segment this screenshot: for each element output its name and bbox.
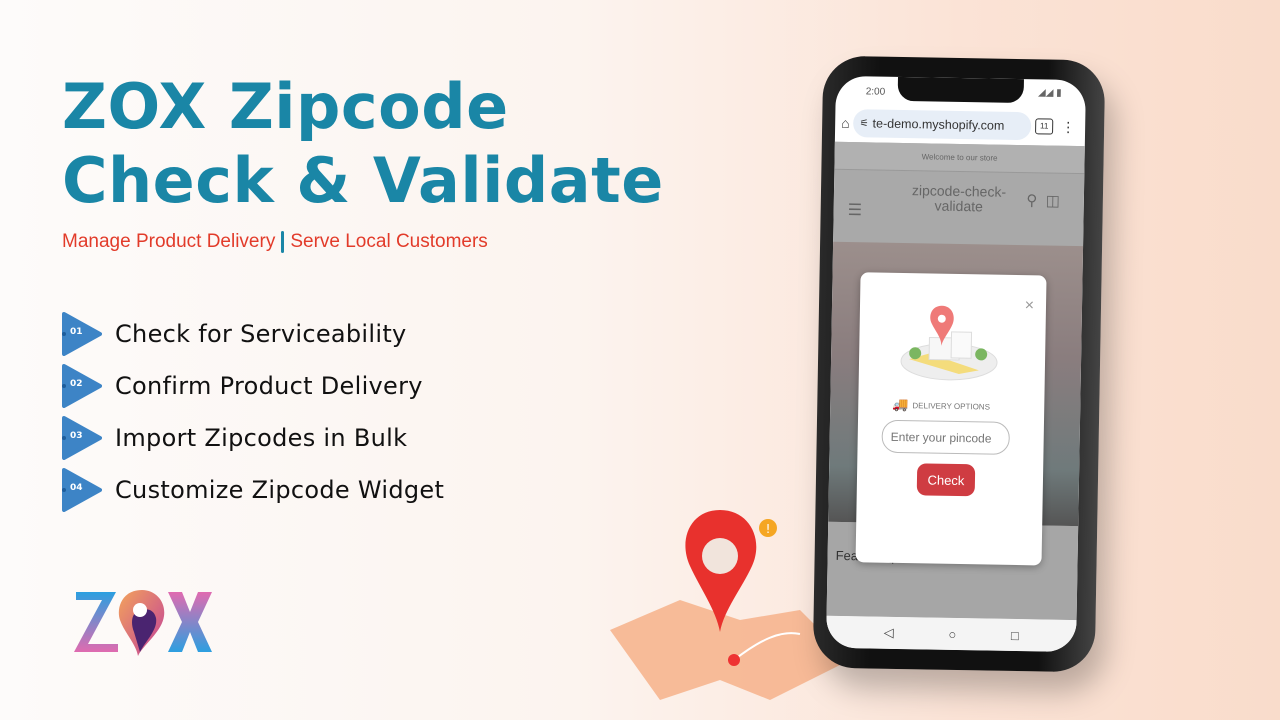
zipcode-modal: × 🚚DELIVERY OPTIONS Check	[855, 272, 1047, 566]
svg-text:!: !	[766, 522, 771, 536]
store-name[interactable]: zipcode-check-validate	[904, 182, 1015, 215]
recents-icon[interactable]: □	[1011, 627, 1019, 642]
feature-number: 02	[70, 379, 83, 389]
phone-mockup: 2:00 ◢◢ ▮ ⌂ ⚟ te-demo.myshopify.com 11 ⋮ …	[812, 55, 1106, 673]
home-icon[interactable]: ⌂	[841, 115, 850, 131]
feature-number: 01	[70, 327, 83, 337]
browser-url-bar: ⌂ ⚟ te-demo.myshopify.com 11 ⋮	[835, 106, 1086, 144]
url-field[interactable]: ⚟ te-demo.myshopify.com	[853, 109, 1032, 141]
feature-item: 02 Confirm Product Delivery	[62, 364, 423, 408]
signal-battery-icon: ◢◢ ▮	[1037, 87, 1062, 99]
subtitle: Manage Product Delivery Serve Local Cust…	[62, 231, 488, 253]
feature-label: Confirm Product Delivery	[115, 372, 423, 400]
feature-number: 04	[70, 483, 83, 493]
more-menu-icon[interactable]: ⋮	[1057, 118, 1079, 135]
status-time: 2:00	[865, 86, 886, 98]
headline-line2: Check & Validate	[62, 144, 664, 218]
feature-item: 04 Customize Zipcode Widget	[62, 468, 444, 512]
close-icon[interactable]: ×	[1025, 297, 1035, 315]
url-text: te-demo.myshopify.com	[872, 116, 1005, 133]
subtitle-right: Serve Local Customers	[290, 231, 488, 252]
feature-item: 03 Import Zipcodes in Bulk	[62, 416, 407, 460]
location-map-illustration	[899, 303, 1000, 390]
announcement-bar: Welcome to our store	[834, 141, 1085, 175]
menu-icon[interactable]: ☰	[847, 200, 863, 220]
triangle-badge-icon: 01	[62, 312, 102, 356]
subtitle-left: Manage Product Delivery	[62, 231, 276, 252]
android-nav-bar: ◁ ○ □	[826, 615, 1077, 653]
search-icon[interactable]: ⚲	[1026, 192, 1037, 209]
triangle-badge-icon: 04	[62, 468, 102, 512]
cart-icon[interactable]: ◫	[1046, 192, 1060, 209]
triangle-badge-icon: 03	[62, 416, 102, 460]
site-settings-icon[interactable]: ⚟	[860, 118, 869, 129]
divider	[281, 231, 285, 253]
notch	[897, 76, 1024, 104]
triangle-badge-icon: 02	[62, 364, 102, 408]
home-nav-icon[interactable]: ○	[948, 626, 956, 641]
feature-item: 01 Check for Serviceability	[62, 312, 407, 356]
headline: ZOX Zipcode Check & Validate	[62, 70, 664, 219]
phone-screen: 2:00 ◢◢ ▮ ⌂ ⚟ te-demo.myshopify.com 11 ⋮ …	[826, 75, 1086, 653]
feature-number: 03	[70, 431, 83, 441]
tab-count-button[interactable]: 11	[1035, 118, 1054, 135]
check-button[interactable]: Check	[916, 463, 976, 497]
truck-icon: 🚚	[892, 396, 909, 413]
store-page: Welcome to our store ☰ zipcode-check-val…	[826, 141, 1085, 621]
feature-label: Check for Serviceability	[115, 320, 407, 348]
headline-line1: ZOX Zipcode	[62, 70, 509, 143]
pincode-input[interactable]	[881, 419, 1010, 455]
feature-label: Customize Zipcode Widget	[115, 476, 445, 504]
feature-label: Import Zipcodes in Bulk	[115, 424, 408, 452]
delivery-options-label: DELIVERY OPTIONS	[912, 400, 991, 412]
zox-logo	[72, 586, 212, 663]
back-icon[interactable]: ◁	[884, 625, 894, 641]
